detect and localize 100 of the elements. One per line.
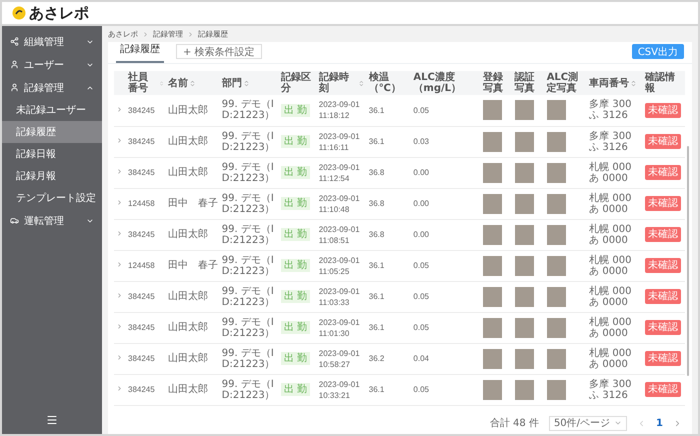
next-page-icon[interactable] <box>673 418 682 428</box>
expand-icon[interactable] <box>116 106 123 113</box>
table-cell: 札幌 000 あ 0000 <box>587 188 644 219</box>
page-number[interactable]: 1 <box>656 418 663 428</box>
photo-placeholder[interactable] <box>514 318 534 338</box>
photo-placeholder[interactable] <box>482 132 502 152</box>
table-cell: 0.00 <box>411 219 481 250</box>
photo-placeholder[interactable] <box>546 194 566 214</box>
status-badge: 未確認 <box>645 320 682 335</box>
sidebar-subitem[interactable]: 未記録ユーザー <box>2 99 102 121</box>
photo-placeholder[interactable] <box>546 224 566 244</box>
column-header: 検温（℃） <box>366 71 412 95</box>
column-header: ALC濃度（mg/L） <box>411 71 481 95</box>
expand-icon[interactable] <box>116 385 123 392</box>
table-cell: 384245 <box>126 95 166 126</box>
photo-placeholder[interactable] <box>514 162 534 182</box>
sidebar-subitem[interactable]: 記録履歴 <box>2 121 102 143</box>
photo-placeholder[interactable] <box>546 100 566 120</box>
page-size-select[interactable]: 50件/ページ <box>548 416 628 430</box>
table-cell: 384245 <box>126 312 166 343</box>
photo-placeholder[interactable] <box>514 100 534 120</box>
photo-placeholder[interactable] <box>546 380 566 400</box>
expand-icon[interactable] <box>116 168 123 175</box>
sidebar-subitem[interactable]: 記録月報 <box>2 165 102 187</box>
table-cell: 0.05 <box>411 95 481 126</box>
table-cell: 124458 <box>126 250 166 281</box>
table-cell: 0.00 <box>411 157 481 188</box>
photo-placeholder[interactable] <box>546 318 566 338</box>
photo-placeholder[interactable] <box>546 132 566 152</box>
photo-placeholder[interactable] <box>514 194 534 214</box>
sidebar-item[interactable]: 記録管理 <box>2 76 102 99</box>
table-cell: 山田太郎 <box>166 343 220 374</box>
column-header[interactable]: 部門 <box>220 71 279 95</box>
tab[interactable]: 記録履歴 <box>116 42 164 63</box>
column-header[interactable]: 車両番号 <box>587 71 644 95</box>
photo-placeholder[interactable] <box>482 286 502 306</box>
photo-placeholder[interactable] <box>482 100 502 120</box>
table-cell: 札幌 000 あ 0000 <box>587 281 644 312</box>
table-cell: 384245 <box>126 343 166 374</box>
table-cell: 99. デモ（ID:21223） <box>220 343 279 374</box>
column-header[interactable]: 記録時刻 <box>316 71 367 95</box>
expand-icon[interactable] <box>116 137 123 144</box>
table-cell: 山田太郎 <box>166 95 220 126</box>
table-cell: 99. デモ（ID:21223） <box>220 157 279 188</box>
expand-icon[interactable] <box>116 292 123 299</box>
table-cell: 0.03 <box>411 126 481 157</box>
app-logo-text: あさレポ <box>29 4 89 22</box>
table-cell: 124458 <box>126 188 166 219</box>
table-cell: 山田太郎 <box>166 281 220 312</box>
sidebar-item[interactable]: ユーザー <box>2 53 102 76</box>
table-cell: 山田太郎 <box>166 126 220 157</box>
photo-placeholder[interactable] <box>546 162 566 182</box>
table-cell: 札幌 000 あ 0000 <box>587 157 644 188</box>
photo-placeholder[interactable] <box>482 380 502 400</box>
photo-placeholder[interactable] <box>514 348 534 368</box>
sort-icon <box>242 80 250 86</box>
column-header: 登録写真 <box>480 71 513 95</box>
photo-placeholder[interactable] <box>514 380 534 400</box>
photo-placeholder[interactable] <box>482 162 502 182</box>
table-cell: 多摩 300 ふ 3126 <box>587 95 644 126</box>
record-type-tag: 出 勤 <box>280 166 310 179</box>
column-header[interactable]: 社員番号 <box>126 71 166 95</box>
sidebar-subitem[interactable]: テンプレート設定 <box>2 187 102 209</box>
photo-placeholder[interactable] <box>482 318 502 338</box>
expand-icon[interactable] <box>116 261 123 268</box>
table-cell: 0.05 <box>411 312 481 343</box>
photo-placeholder[interactable] <box>482 348 502 368</box>
photo-placeholder[interactable] <box>546 256 566 276</box>
status-badge: 未確認 <box>645 102 682 118</box>
column-header[interactable]: 名前 <box>166 71 220 95</box>
table-cell: 多摩 300 ふ 3126 <box>587 374 644 405</box>
scrollbar-thumb[interactable] <box>687 146 690 376</box>
photo-placeholder[interactable] <box>514 256 534 276</box>
expand-icon[interactable] <box>116 199 123 206</box>
photo-placeholder[interactable] <box>546 286 566 306</box>
photo-placeholder[interactable] <box>514 132 534 152</box>
table-cell: 山田太郎 <box>166 219 220 250</box>
sidebar-subitem[interactable]: 記録日報 <box>2 143 102 165</box>
photo-placeholder[interactable] <box>482 194 502 214</box>
photo-placeholder[interactable] <box>546 348 566 368</box>
photo-placeholder[interactable] <box>514 224 534 244</box>
expand-icon[interactable] <box>116 354 123 361</box>
sidebar-item[interactable]: 組織管理 <box>2 30 102 53</box>
menu-icon[interactable] <box>46 414 58 426</box>
photo-placeholder[interactable] <box>514 286 534 306</box>
table-cell: 384245 <box>126 374 166 405</box>
status-badge: 未確認 <box>645 351 682 366</box>
table-cell: 384245 <box>126 126 166 157</box>
expand-icon[interactable] <box>116 230 123 237</box>
photo-placeholder[interactable] <box>482 224 502 244</box>
table-cell: 384245 <box>126 219 166 250</box>
chevron-down-icon <box>614 419 622 427</box>
expand-icon[interactable] <box>116 323 123 330</box>
table-cell: 36.8 <box>366 219 412 250</box>
search-conditions-button[interactable]: + 検索条件設定 <box>176 44 262 59</box>
photo-placeholder[interactable] <box>482 256 502 276</box>
table-cell: 0.05 <box>411 281 481 312</box>
sidebar-item[interactable]: 運転管理 <box>2 209 102 232</box>
column-header: 認証写真 <box>512 71 545 95</box>
record-type-tag: 出 勤 <box>280 383 310 396</box>
